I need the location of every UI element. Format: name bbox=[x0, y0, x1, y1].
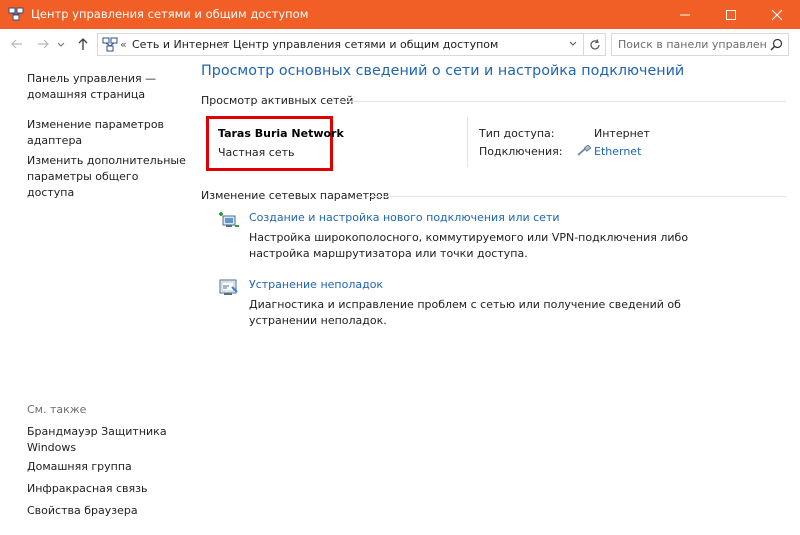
connections-label: Подключения: bbox=[479, 145, 563, 158]
change-settings-header: Изменение сетевых параметров bbox=[201, 189, 390, 202]
maximize-icon bbox=[726, 10, 736, 20]
recent-locations-chevron-icon[interactable] bbox=[56, 36, 66, 52]
forward-arrow-icon[interactable] bbox=[35, 36, 51, 52]
sidebar-link-adapter-settings[interactable]: Изменение параметров адаптера bbox=[27, 117, 187, 149]
back-arrow-icon[interactable] bbox=[9, 36, 25, 52]
breadcrumb-network-internet[interactable]: Сеть и Интернет bbox=[132, 38, 229, 51]
setup-new-connection-link[interactable]: Создание и настройка нового подключения … bbox=[249, 211, 560, 224]
network-center-icon bbox=[8, 7, 24, 21]
navigation-bar: « Сеть и Интернет › Центр управления сет… bbox=[0, 29, 800, 60]
new-connection-icon bbox=[218, 210, 240, 230]
root-separator[interactable]: « bbox=[120, 38, 127, 51]
close-icon bbox=[771, 9, 783, 21]
refresh-icon bbox=[590, 39, 600, 50]
ethernet-connection-link[interactable]: Ethernet bbox=[594, 145, 641, 158]
minimize-button[interactable] bbox=[662, 0, 708, 29]
access-type-label: Тип доступа: bbox=[479, 127, 555, 140]
page-title: Просмотр основных сведений о сети и наст… bbox=[201, 63, 685, 79]
access-type-value: Интернет bbox=[594, 127, 650, 140]
minimize-icon bbox=[680, 14, 690, 16]
breadcrumb-network-center[interactable]: Центр управления сетями и общим доступом bbox=[233, 38, 498, 51]
sidebar-link-homegroup[interactable]: Домашняя группа bbox=[27, 459, 187, 475]
network-highlight-box bbox=[206, 116, 333, 171]
see-also-label: См. также bbox=[27, 403, 87, 416]
search-input[interactable] bbox=[618, 37, 766, 52]
network-type: Частная сеть bbox=[218, 146, 295, 159]
maximize-button[interactable] bbox=[708, 0, 754, 29]
troubleshoot-link[interactable]: Устранение неполадок bbox=[249, 278, 383, 291]
sidebar-link-internet-options[interactable]: Свойства браузера bbox=[27, 503, 187, 519]
network-name: Taras Buria Network bbox=[218, 127, 344, 140]
network-properties-divider bbox=[467, 117, 468, 167]
address-bar[interactable]: « Сеть и Интернет › Центр управления сет… bbox=[97, 33, 584, 56]
control-panel-network-icon bbox=[102, 37, 118, 52]
search-box[interactable] bbox=[611, 33, 789, 56]
troubleshoot-description: Диагностика и исправление проблем с сеть… bbox=[249, 298, 681, 327]
address-dropdown-chevron-icon[interactable] bbox=[568, 39, 578, 52]
up-arrow-icon[interactable] bbox=[75, 36, 91, 52]
breadcrumb-separator[interactable]: › bbox=[222, 38, 226, 51]
sidebar-link-control-panel-home[interactable]: Панель управления — домашняя страница bbox=[27, 71, 187, 103]
troubleshoot-icon bbox=[218, 278, 240, 298]
sidebar-link-advanced-sharing[interactable]: Изменить дополнительные параметры общего… bbox=[27, 153, 187, 201]
sidebar-link-infrared[interactable]: Инфракрасная связь bbox=[27, 481, 187, 497]
setup-new-connection-description: Настройка широкополосного, коммутируемог… bbox=[249, 231, 689, 260]
refresh-button[interactable] bbox=[584, 33, 606, 56]
search-icon[interactable] bbox=[770, 38, 783, 54]
ethernet-icon bbox=[577, 144, 592, 160]
close-button[interactable] bbox=[754, 0, 800, 29]
active-networks-header: Просмотр активных сетей bbox=[201, 94, 354, 107]
active-networks-divider bbox=[338, 101, 786, 102]
window-title: Центр управления сетями и общим доступом bbox=[31, 7, 309, 21]
title-bar[interactable]: Центр управления сетями и общим доступом bbox=[0, 0, 800, 29]
change-settings-divider bbox=[367, 196, 786, 197]
sidebar-link-firewall[interactable]: Брандмауэр Защитника Windows bbox=[27, 424, 187, 456]
